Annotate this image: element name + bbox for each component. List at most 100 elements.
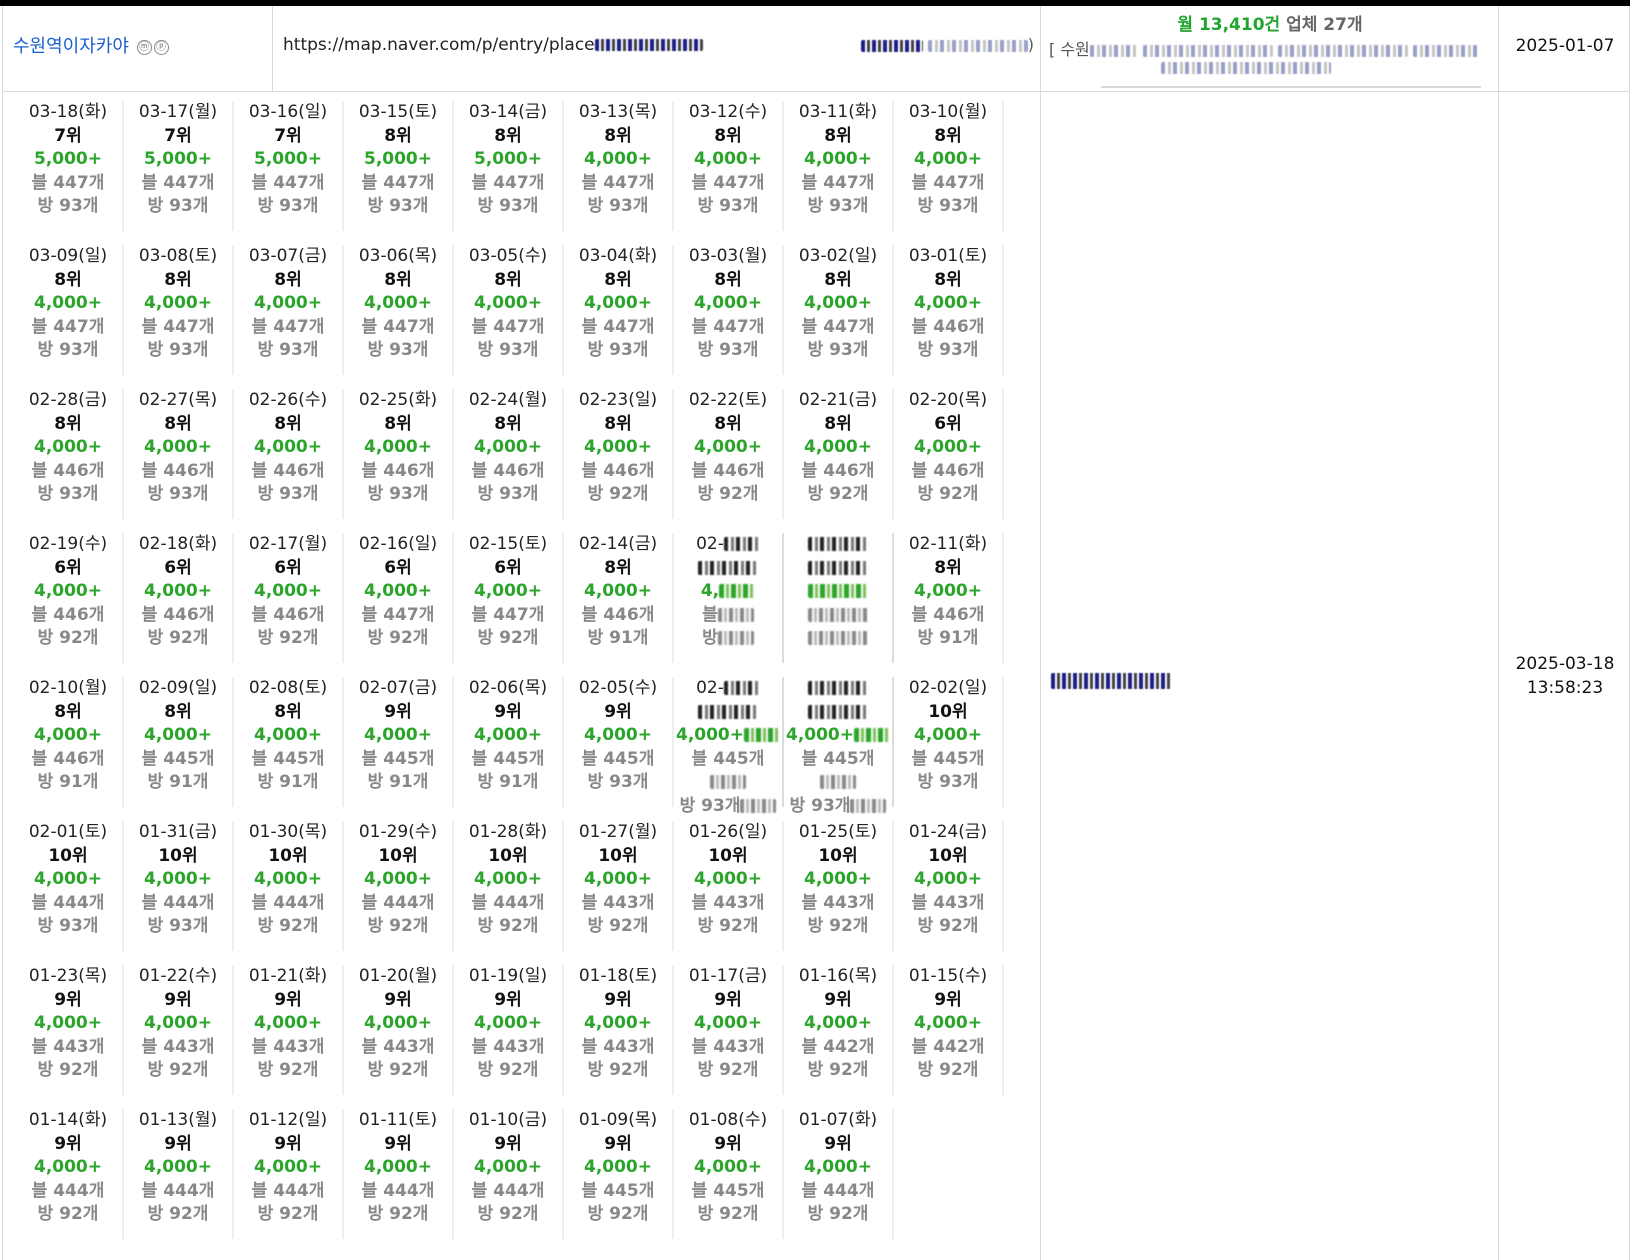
day-volume: 4,000+ bbox=[473, 293, 543, 313]
day-blog-count: 블 446개 bbox=[251, 460, 325, 481]
day-rank: 8위 bbox=[164, 701, 192, 722]
day-visitor-count: 방 92개 bbox=[147, 628, 209, 648]
day-date: 01-11(토) bbox=[358, 1110, 438, 1130]
day-date: 03-18(화) bbox=[28, 102, 108, 122]
day-volume: 4,000+ bbox=[473, 581, 543, 601]
day-rank: 9위 bbox=[604, 1133, 632, 1154]
place-url-link[interactable]: https://map.naver.com/p/entry/place bbox=[283, 35, 703, 55]
day-rank: 9위 bbox=[54, 1133, 82, 1154]
day-visitor-count: 방 93개 bbox=[674, 795, 782, 819]
day-cell: 01-14(화) 9위 4,000+ 블 444개 방 92개 bbox=[14, 1109, 124, 1239]
shop-name-link[interactable]: 수원역이자카야 ⓜ ⓟ bbox=[13, 32, 169, 58]
day-volume: 4,000+ bbox=[913, 1013, 983, 1033]
day-cell: 01-23(목) 9위 4,000+ 블 443개 방 92개 bbox=[14, 965, 124, 1095]
day-visitor-count: 방 93개 bbox=[697, 196, 759, 216]
day-date: 03-01(토) bbox=[908, 246, 988, 266]
day-volume: 4,000+ bbox=[473, 437, 543, 457]
day-blog-count: 블 444개 bbox=[31, 1180, 105, 1201]
day-blog-count: 블 443개 bbox=[581, 892, 655, 913]
day-date: 01-16(목) bbox=[798, 966, 878, 986]
place-url-cell: https://map.naver.com/p/entry/place ) bbox=[272, 6, 1040, 92]
day-rank: 8위 bbox=[714, 125, 742, 146]
day-blog-count: 블 447개 bbox=[911, 172, 985, 193]
day-volume: 4,000+ bbox=[583, 437, 653, 457]
redacted-value bbox=[820, 775, 856, 789]
day-cell: 01-20(월) 9위 4,000+ 블 443개 방 92개 bbox=[344, 965, 454, 1095]
day-volume: 4,000+ bbox=[583, 869, 653, 889]
day-blog-count: 블 445개 bbox=[471, 748, 545, 769]
day-volume: 4,000+ bbox=[363, 581, 433, 601]
day-rank: 8위 bbox=[824, 413, 852, 434]
main-row: 03-18(화) 7위 5,000+ 블 447개 방 93개 03-17(월) 7위 5,0… bbox=[2, 92, 1630, 1260]
day-rank: 10위 bbox=[818, 845, 858, 866]
monthly-prefix: 월 bbox=[1177, 15, 1194, 35]
day-date: 01-22(수) bbox=[138, 966, 218, 986]
day-date: 01-08(수) bbox=[688, 1110, 768, 1130]
redacted-value bbox=[850, 798, 887, 813]
day-cell: 02-28(금) 8위 4,000+ 블 446개 방 93개 bbox=[14, 389, 124, 519]
day-rank: 8위 bbox=[934, 269, 962, 290]
day-blog-count: 블 443개 bbox=[801, 892, 875, 913]
day-blog-count: 블 444개 bbox=[801, 1180, 875, 1201]
day-date: 01-28(화) bbox=[468, 822, 548, 842]
day-blog-count: 블 446개 bbox=[581, 460, 655, 481]
day-volume: 5,000+ bbox=[143, 149, 213, 169]
day-cell: 01-10(금) 9위 4,000+ 블 444개 방 92개 bbox=[454, 1109, 564, 1239]
day-rank: 8위 bbox=[274, 701, 302, 722]
day-rank: 8위 bbox=[934, 557, 962, 578]
day-volume: 4,000+ bbox=[473, 1013, 543, 1033]
day-volume: 4,000+ bbox=[693, 293, 763, 313]
day-rank: 8위 bbox=[164, 413, 192, 434]
day-visitor-count: 방 92개 bbox=[477, 1204, 539, 1224]
day-visitor-count: 방 92개 bbox=[807, 484, 869, 504]
shop-name-text: 수원역이자카야 bbox=[13, 36, 129, 57]
day-volume: 4,000+ bbox=[803, 1013, 873, 1033]
m-badge-icon[interactable]: ⓜ bbox=[136, 40, 152, 55]
day-volume: 4,000+ bbox=[33, 293, 103, 313]
day-visitor-count: 방 92개 bbox=[807, 916, 869, 936]
day-date: 03-06(목) bbox=[358, 246, 438, 266]
day-blog-count: 블 443개 bbox=[471, 1036, 545, 1057]
day-rank: 9위 bbox=[604, 701, 632, 722]
day-date: 02- bbox=[674, 533, 782, 557]
day-rank: 8위 bbox=[714, 269, 742, 290]
redacted-value bbox=[744, 728, 781, 742]
day-volume: 4,000+ bbox=[473, 1157, 543, 1177]
day-date: 01-23(목) bbox=[28, 966, 108, 986]
day-cell: 01-11(토) 9위 4,000+ 블 444개 방 92개 bbox=[344, 1109, 454, 1239]
day-cell: 02-01(토) 10위 4,000+ 블 444개 방 93개 bbox=[14, 821, 124, 951]
day-visitor-count: 방 92개 bbox=[697, 1060, 759, 1080]
day-volume: 4,000+ bbox=[363, 293, 433, 313]
redacted-value bbox=[719, 584, 756, 598]
day-date: 02-23(일) bbox=[578, 390, 658, 410]
day-visitor-count: 방 92개 bbox=[807, 1204, 869, 1224]
day-cell: 03-04(화) 8위 4,000+ 블 447개 방 93개 bbox=[564, 245, 674, 375]
day-volume: 4,000+ bbox=[913, 581, 983, 601]
day-blog-count: 블 442개 bbox=[801, 1036, 875, 1057]
day-visitor-count: 방 93개 bbox=[587, 772, 649, 792]
day-visitor-count: 방 92개 bbox=[147, 1204, 209, 1224]
redacted-value bbox=[808, 704, 868, 719]
redacted-value bbox=[808, 631, 868, 645]
redacted-value bbox=[698, 704, 758, 719]
p-badge-icon[interactable]: ⓟ bbox=[153, 40, 169, 55]
day-blog-count: 블 443개 bbox=[361, 1036, 435, 1057]
day-blog-count: 블 444개 bbox=[141, 1180, 215, 1201]
day-blog-count: 블 445개 bbox=[141, 748, 215, 769]
redacted-value bbox=[808, 560, 868, 575]
day-volume: 4,000+ bbox=[583, 1157, 653, 1177]
day-blog-count: 블 446개 bbox=[141, 604, 215, 625]
day-date: 02-21(금) bbox=[798, 390, 878, 410]
day-rank: 7위 bbox=[54, 125, 82, 146]
day-cell: 02-18(화) 6위 4,000+ 블 446개 방 92개 bbox=[124, 533, 234, 663]
redacted-value bbox=[808, 537, 868, 551]
day-rank: 10위 bbox=[598, 845, 638, 866]
day-date: 03-13(목) bbox=[578, 102, 658, 122]
redacted-value bbox=[808, 681, 868, 695]
day-rank: 8위 bbox=[384, 413, 412, 434]
day-volume: 4,000+ bbox=[253, 437, 323, 457]
day-rank: 9위 bbox=[824, 1133, 852, 1154]
day-volume: 4,000+ bbox=[583, 725, 653, 745]
redacted-value bbox=[723, 537, 760, 551]
day-cell: 01-07(화) 9위 4,000+ 블 444개 방 92개 bbox=[784, 1109, 894, 1239]
